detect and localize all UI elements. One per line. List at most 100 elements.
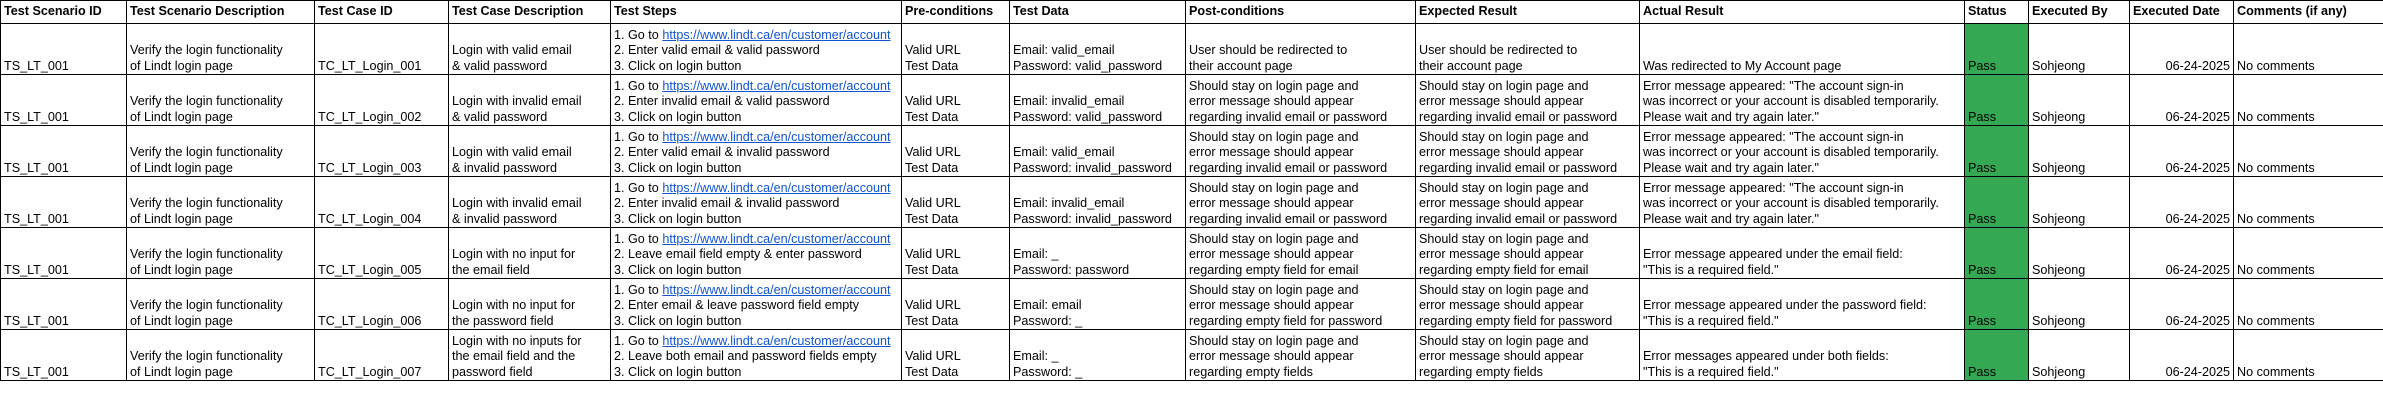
cell-case-description[interactable]: Login with no input for the password fiel… (448, 278, 611, 330)
cell-post-conditions[interactable]: Should stay on login page and error messa… (1185, 125, 1416, 177)
cell-test-data[interactable]: Email: invalid_email Password: valid_pass… (1009, 74, 1186, 126)
cell-pre-conditions[interactable]: Valid URL Test Data (901, 329, 1010, 381)
cell-comments[interactable]: No comments (2233, 227, 2383, 279)
cell-executed-date[interactable]: 06-24-2025 (2129, 176, 2234, 228)
cell-case-description[interactable]: Login with valid email & invalid password (448, 125, 611, 177)
cell-case-id[interactable]: TC_LT_Login_004 (314, 176, 449, 228)
cell-pre-conditions[interactable]: Valid URL Test Data (901, 23, 1010, 75)
cell-case-id[interactable]: TC_LT_Login_002 (314, 74, 449, 126)
cell-expected-result[interactable]: Should stay on login page and error messa… (1415, 125, 1640, 177)
cell-post-conditions[interactable]: Should stay on login page and error messa… (1185, 278, 1416, 330)
cell-pre-conditions[interactable]: Valid URL Test Data (901, 227, 1010, 279)
cell-test-steps[interactable]: 1. Go to https://www.lindt.ca/en/custome… (610, 176, 902, 228)
cell-comments[interactable]: No comments (2233, 125, 2383, 177)
cell-scenario-description[interactable]: Verify the login functionality of Lindt l… (126, 329, 315, 381)
cell-case-id[interactable]: TC_LT_Login_003 (314, 125, 449, 177)
cell-test-data[interactable]: Email: valid_email Password: invalid_pass… (1009, 125, 1186, 177)
cell-actual-result[interactable]: Was redirected to My Account page (1639, 23, 1965, 75)
cell-actual-result[interactable]: Error message appeared: "The account sig… (1639, 176, 1965, 228)
cell-case-description[interactable]: Login with no inputs for the email field … (448, 329, 611, 381)
cell-pre-conditions[interactable]: Valid URL Test Data (901, 74, 1010, 126)
cell-executed-by[interactable]: Sohjeong (2028, 23, 2130, 75)
cell-test-data[interactable]: Email: _ Password: password (1009, 227, 1186, 279)
cell-scenario-description[interactable]: Verify the login functionality of Lindt l… (126, 176, 315, 228)
cell-test-steps[interactable]: 1. Go to https://www.lindt.ca/en/custome… (610, 125, 902, 177)
lindt-account-link[interactable]: https://www.lindt.ca/en/customer/account (662, 28, 890, 42)
cell-status[interactable]: Pass (1964, 125, 2029, 177)
column-header-test-scenario-id[interactable]: Test Scenario ID (0, 0, 127, 24)
cell-comments[interactable]: No comments (2233, 278, 2383, 330)
cell-case-id[interactable]: TC_LT_Login_001 (314, 23, 449, 75)
cell-case-id[interactable]: TC_LT_Login_006 (314, 278, 449, 330)
column-header-test-data[interactable]: Test Data (1009, 0, 1186, 24)
cell-scenario-description[interactable]: Verify the login functionality of Lindt l… (126, 23, 315, 75)
cell-post-conditions[interactable]: User should be redirected to their accoun… (1185, 23, 1416, 75)
cell-executed-by[interactable]: Sohjeong (2028, 125, 2130, 177)
cell-status[interactable]: Pass (1964, 74, 2029, 126)
cell-actual-result[interactable]: Error message appeared: "The account sig… (1639, 74, 1965, 126)
cell-pre-conditions[interactable]: Valid URL Test Data (901, 278, 1010, 330)
cell-expected-result[interactable]: Should stay on login page and error messa… (1415, 176, 1640, 228)
cell-post-conditions[interactable]: Should stay on login page and error messa… (1185, 329, 1416, 381)
cell-executed-by[interactable]: Sohjeong (2028, 329, 2130, 381)
cell-executed-date[interactable]: 06-24-2025 (2129, 227, 2234, 279)
cell-executed-by[interactable]: Sohjeong (2028, 227, 2130, 279)
cell-scenario-id[interactable]: TS_LT_001 (0, 278, 127, 330)
cell-comments[interactable]: No comments (2233, 329, 2383, 381)
cell-test-steps[interactable]: 1. Go to https://www.lindt.ca/en/custome… (610, 227, 902, 279)
cell-test-steps[interactable]: 1. Go to https://www.lindt.ca/en/custome… (610, 278, 902, 330)
cell-status[interactable]: Pass (1964, 227, 2029, 279)
cell-status[interactable]: Pass (1964, 23, 2029, 75)
column-header-test-case-description[interactable]: Test Case Description (448, 0, 611, 24)
cell-status[interactable]: Pass (1964, 278, 2029, 330)
cell-executed-date[interactable]: 06-24-2025 (2129, 329, 2234, 381)
cell-scenario-description[interactable]: Verify the login functionality of Lindt l… (126, 227, 315, 279)
cell-actual-result[interactable]: Error messages appeared under both field… (1639, 329, 1965, 381)
column-header-comments[interactable]: Comments (if any) (2233, 0, 2383, 24)
cell-actual-result[interactable]: Error message appeared: "The account sig… (1639, 125, 1965, 177)
lindt-account-link[interactable]: https://www.lindt.ca/en/customer/account (662, 334, 890, 348)
cell-test-steps[interactable]: 1. Go to https://www.lindt.ca/en/custome… (610, 23, 902, 75)
column-header-test-scenario-description[interactable]: Test Scenario Description (126, 0, 315, 24)
cell-executed-by[interactable]: Sohjeong (2028, 74, 2130, 126)
cell-test-data[interactable]: Email: valid_email Password: valid_passwo… (1009, 23, 1186, 75)
cell-scenario-description[interactable]: Verify the login functionality of Lindt l… (126, 74, 315, 126)
cell-test-steps[interactable]: 1. Go to https://www.lindt.ca/en/custome… (610, 329, 902, 381)
cell-case-id[interactable]: TC_LT_Login_007 (314, 329, 449, 381)
lindt-account-link[interactable]: https://www.lindt.ca/en/customer/account (662, 130, 890, 144)
column-header-post-conditions[interactable]: Post-conditions (1185, 0, 1416, 24)
cell-scenario-id[interactable]: TS_LT_001 (0, 23, 127, 75)
lindt-account-link[interactable]: https://www.lindt.ca/en/customer/account (662, 79, 890, 93)
column-header-pre-conditions[interactable]: Pre-conditions (901, 0, 1010, 24)
cell-case-description[interactable]: Login with valid email & valid password (448, 23, 611, 75)
column-header-actual-result[interactable]: Actual Result (1639, 0, 1965, 24)
lindt-account-link[interactable]: https://www.lindt.ca/en/customer/account (662, 232, 890, 246)
lindt-account-link[interactable]: https://www.lindt.ca/en/customer/account (662, 283, 890, 297)
cell-status[interactable]: Pass (1964, 176, 2029, 228)
cell-scenario-id[interactable]: TS_LT_001 (0, 125, 127, 177)
cell-executed-date[interactable]: 06-24-2025 (2129, 74, 2234, 126)
cell-comments[interactable]: No comments (2233, 74, 2383, 126)
cell-scenario-id[interactable]: TS_LT_001 (0, 227, 127, 279)
cell-case-id[interactable]: TC_LT_Login_005 (314, 227, 449, 279)
cell-expected-result[interactable]: Should stay on login page and error messa… (1415, 74, 1640, 126)
cell-case-description[interactable]: Login with invalid email & valid password (448, 74, 611, 126)
lindt-account-link[interactable]: https://www.lindt.ca/en/customer/account (662, 181, 890, 195)
cell-pre-conditions[interactable]: Valid URL Test Data (901, 176, 1010, 228)
cell-executed-date[interactable]: 06-24-2025 (2129, 23, 2234, 75)
cell-actual-result[interactable]: Error message appeared under the passwor… (1639, 278, 1965, 330)
cell-expected-result[interactable]: Should stay on login page and error messa… (1415, 329, 1640, 381)
cell-post-conditions[interactable]: Should stay on login page and error messa… (1185, 74, 1416, 126)
column-header-status[interactable]: Status (1964, 0, 2029, 24)
cell-scenario-id[interactable]: TS_LT_001 (0, 329, 127, 381)
cell-expected-result[interactable]: User should be redirected to their accoun… (1415, 23, 1640, 75)
cell-scenario-id[interactable]: TS_LT_001 (0, 74, 127, 126)
column-header-expected-result[interactable]: Expected Result (1415, 0, 1640, 24)
cell-comments[interactable]: No comments (2233, 176, 2383, 228)
column-header-test-case-id[interactable]: Test Case ID (314, 0, 449, 24)
cell-test-data[interactable]: Email: email Password: _ (1009, 278, 1186, 330)
column-header-executed-by[interactable]: Executed By (2028, 0, 2130, 24)
cell-scenario-description[interactable]: Verify the login functionality of Lindt l… (126, 125, 315, 177)
cell-scenario-description[interactable]: Verify the login functionality of Lindt l… (126, 278, 315, 330)
cell-executed-by[interactable]: Sohjeong (2028, 176, 2130, 228)
